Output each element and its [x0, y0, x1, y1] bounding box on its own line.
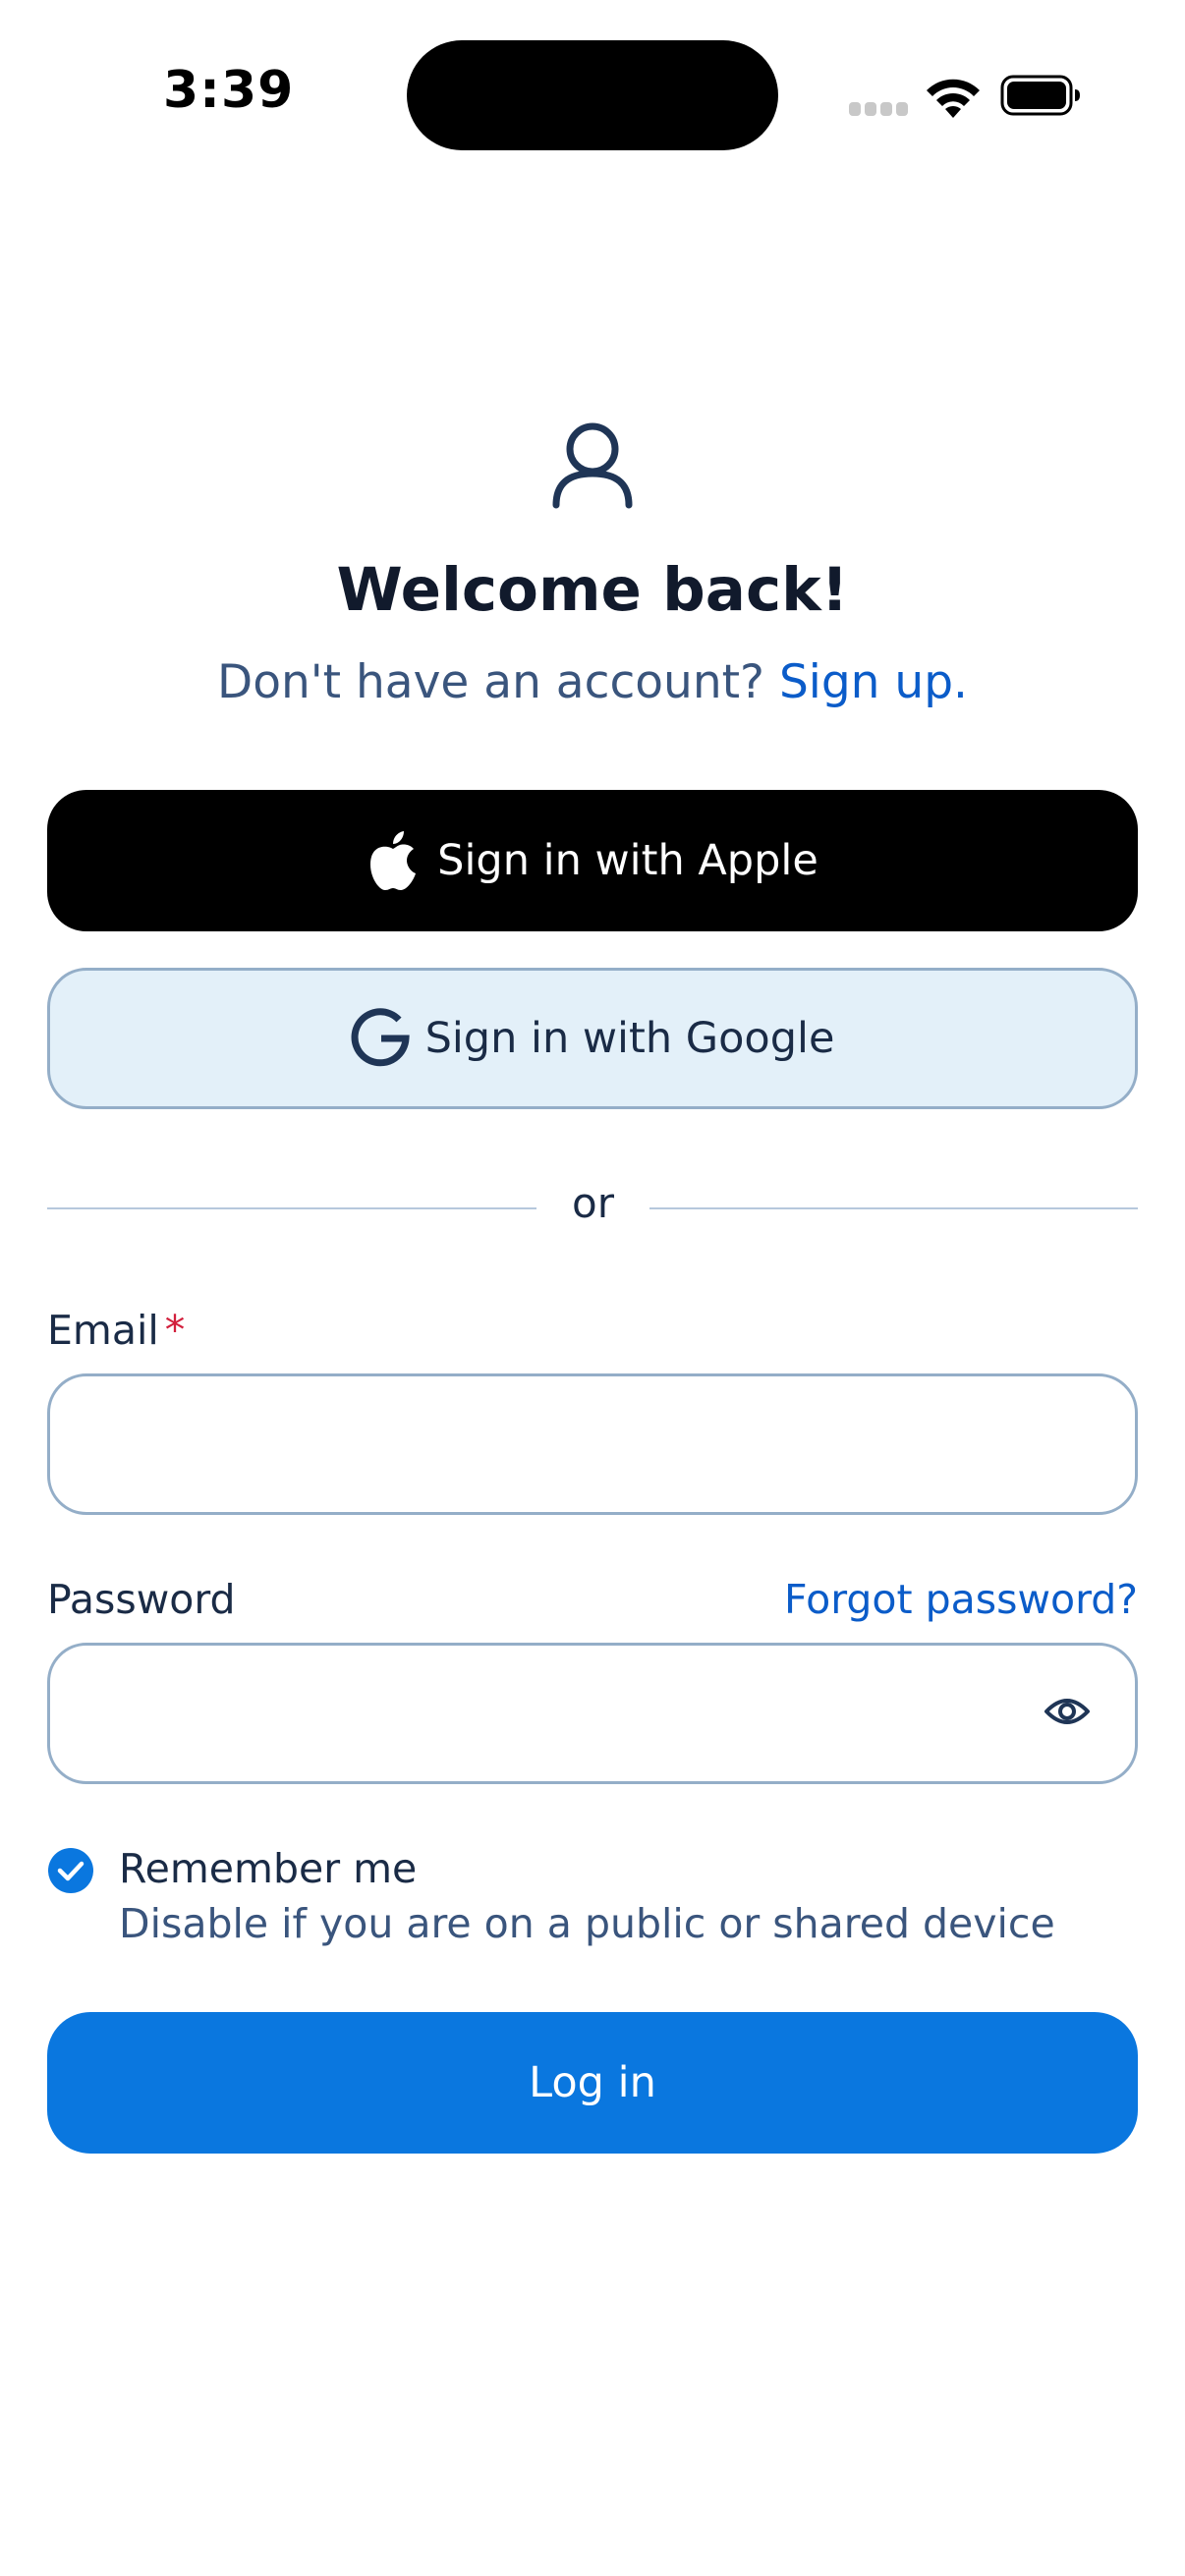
remember-me-hint: Disable if you are on a public or shared… [119, 1900, 1055, 1947]
remember-me-checkbox[interactable] [47, 1847, 94, 1894]
sign-in-with-google-button[interactable]: Sign in with Google [47, 968, 1138, 1109]
google-button-label: Sign in with Google [424, 1014, 835, 1063]
apple-button-label: Sign in with Apple [437, 836, 818, 885]
status-time: 3:39 [163, 61, 295, 120]
required-mark: * [164, 1307, 186, 1354]
remember-me-label: Remember me [119, 1845, 418, 1892]
battery-icon [1000, 75, 1080, 116]
signup-link[interactable]: Sign up. [779, 655, 968, 709]
signup-prompt: Don't have an account? Sign up. [0, 655, 1185, 709]
forgot-password-link[interactable]: Forgot password? [784, 1576, 1138, 1623]
email-label: Email * [47, 1307, 185, 1354]
google-icon [351, 1008, 410, 1067]
eye-icon[interactable] [1044, 1692, 1091, 1731]
password-field[interactable] [47, 1643, 1138, 1784]
status-bar: 3:39 [0, 0, 1185, 196]
dynamic-island [407, 40, 778, 150]
person-icon [552, 422, 633, 509]
apple-icon [370, 831, 417, 890]
page-title: Welcome back! [336, 555, 849, 625]
divider-or: or [572, 1179, 614, 1227]
email-field[interactable] [47, 1373, 1138, 1515]
log-in-button[interactable]: Log in [47, 2012, 1138, 2154]
divider-line-left [47, 1207, 536, 1209]
wifi-icon [927, 79, 980, 118]
email-label-text: Email [47, 1307, 159, 1354]
sign-in-with-apple-button[interactable]: Sign in with Apple [47, 790, 1138, 931]
log-in-button-label: Log in [529, 2058, 656, 2107]
cellular-signal-icon [849, 102, 908, 116]
signup-prompt-text: Don't have an account? [217, 655, 779, 709]
password-label: Password [47, 1576, 236, 1623]
divider-line-right [649, 1207, 1138, 1209]
